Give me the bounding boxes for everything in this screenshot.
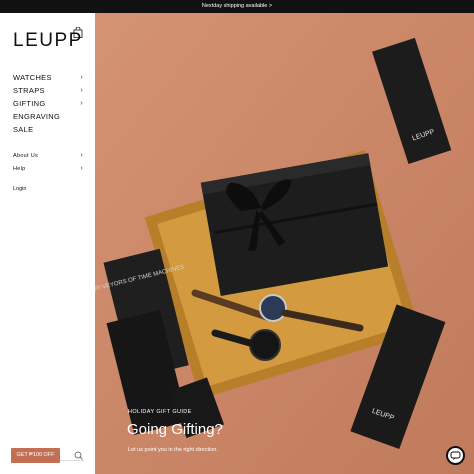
nav-item-help[interactable]: Help › xyxy=(13,162,83,175)
chevron-right-icon: › xyxy=(80,100,83,107)
sidebar: LEUPP 0 WATCHES › STRAPS › GIFTING › ENG… xyxy=(0,13,95,474)
search-icon xyxy=(74,451,83,460)
search-button[interactable] xyxy=(73,448,85,460)
nav-item-label: ENGRAVING xyxy=(13,112,61,121)
nav-item-label: Help xyxy=(13,165,26,172)
nav-item-label: SALE xyxy=(13,125,34,134)
hero-eyebrow: HOLIDAY GIFT GUIDE xyxy=(128,409,192,415)
announcement-bar: Nextday shipping available > xyxy=(0,0,474,13)
nav-item-label: STRAPS xyxy=(13,86,45,95)
nav-item-label: WATCHES xyxy=(13,73,52,82)
hero-subtext: Let us point you in the right direction. xyxy=(128,447,218,453)
chevron-right-icon: › xyxy=(80,87,83,94)
nav-item-gifting[interactable]: GIFTING › xyxy=(13,97,83,110)
hero-headline: Going Gifting? xyxy=(127,421,223,438)
promo-button[interactable]: GET ₱100 OFF xyxy=(11,448,60,463)
cart-button[interactable]: 0 xyxy=(73,25,83,38)
chevron-right-icon: › xyxy=(80,74,83,81)
chevron-right-icon: › xyxy=(80,152,83,159)
main-nav: WATCHES › STRAPS › GIFTING › ENGRAVING S… xyxy=(13,71,83,136)
nav-item-about-us[interactable]: About Us › xyxy=(13,149,83,162)
chevron-right-icon: › xyxy=(80,165,83,172)
hero-banner[interactable]: LEUPP PUR VEYORS OF TIME MACHINES LEUPP xyxy=(95,13,474,474)
shopping-bag-icon: 0 xyxy=(73,26,83,38)
nav-item-straps[interactable]: STRAPS › xyxy=(13,84,83,97)
nav-item-label: About Us xyxy=(13,152,39,159)
hero-image: LEUPP PUR VEYORS OF TIME MACHINES LEUPP xyxy=(95,13,474,474)
nav-item-watches[interactable]: WATCHES › xyxy=(13,71,83,84)
announcement-link[interactable]: Nextday shipping available > xyxy=(202,3,272,9)
secondary-nav: About Us › Help › xyxy=(13,149,83,175)
chat-button[interactable] xyxy=(446,446,465,465)
cart-count: 0 xyxy=(77,31,80,36)
chat-bubble-icon xyxy=(450,451,461,460)
nav-item-label: GIFTING xyxy=(13,99,46,108)
login-link[interactable]: Login xyxy=(13,186,26,192)
nav-item-engraving[interactable]: ENGRAVING xyxy=(13,110,83,123)
nav-item-sale[interactable]: SALE xyxy=(13,123,83,136)
